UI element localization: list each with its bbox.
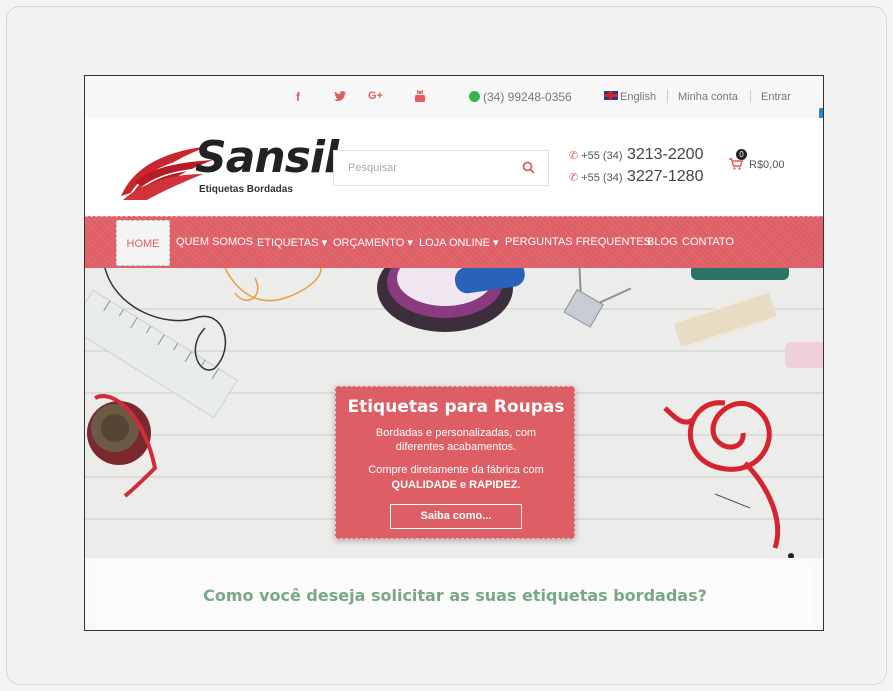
nav-loja-online[interactable]: LOJA ONLINE ▾ <box>419 236 499 249</box>
twitter-icon[interactable] <box>334 90 346 104</box>
site-logo[interactable]: Sansil Etiquetas Bordadas <box>117 130 339 202</box>
logo-subtitle: Etiquetas Bordadas <box>199 184 293 195</box>
uk-flag-icon <box>604 91 618 100</box>
cart-button[interactable]: 0 R$0,00 <box>729 149 785 171</box>
phone-1[interactable]: ✆ +55 (34) 3213-2200 <box>569 146 703 168</box>
logo-wordmark: Sansil <box>195 132 339 183</box>
hero-banner: Etiquetas para Roupas Bordadas e persona… <box>85 268 823 558</box>
hero-card: Etiquetas para Roupas Bordadas e persona… <box>335 386 575 539</box>
hero-title: Etiquetas para Roupas <box>347 397 565 417</box>
login-link[interactable]: Entrar <box>761 91 791 103</box>
top-bar: f G+ (34) 99248-0356 English Minha conta… <box>85 76 823 118</box>
nav-orcamento[interactable]: ORÇAMENTO ▾ <box>333 236 413 249</box>
main-navigation: HOME QUEM SOMOS ETIQUETAS ▾ ORÇAMENTO ▾ … <box>85 216 823 268</box>
cart-icon: 0 <box>729 149 747 170</box>
request-section: Como você deseja solicitar as suas etiqu… <box>85 558 823 630</box>
phone-2[interactable]: ✆ +55 (34) 3227-1280 <box>569 168 703 190</box>
google-plus-icon[interactable]: G+ <box>368 90 383 102</box>
nav-home[interactable]: HOME <box>116 220 170 266</box>
site-header: Sansil Etiquetas Bordadas ✆+55 (34) 3213… <box>85 118 823 216</box>
hero-description: Bordadas e personalizadas, com diferente… <box>375 427 537 453</box>
nav-blog[interactable]: BLOG <box>647 236 678 248</box>
nav-contato[interactable]: CONTATO <box>682 236 734 248</box>
phone-icon: ✆ <box>569 172 579 184</box>
hero-emphasis: QUALIDADE e RAPIDEZ. <box>391 479 521 491</box>
divider <box>750 90 751 103</box>
search-input[interactable] <box>334 151 514 185</box>
nav-perguntas-frequentes[interactable]: PERGUNTAS FREQUENTES <box>505 236 651 248</box>
youtube-icon[interactable] <box>415 90 425 105</box>
divider <box>667 90 668 103</box>
facebook-icon[interactable]: f <box>296 90 300 104</box>
hero-buy-text: Compre diretamente da fábrica com QUALID… <box>368 464 544 491</box>
cart-count-badge: 0 <box>736 149 747 160</box>
account-link[interactable]: Minha conta <box>678 91 738 103</box>
nav-quem-somos[interactable]: QUEM SOMOS <box>176 236 253 248</box>
cart-total: R$0,00 <box>749 159 785 171</box>
section-heading: Como você deseja solicitar as suas etiqu… <box>203 586 707 605</box>
whatsapp-phone[interactable]: (34) 99248-0356 <box>469 90 572 104</box>
website-viewport: f G+ (34) 99248-0356 English Minha conta… <box>84 75 824 631</box>
language-switch[interactable]: English <box>604 91 656 103</box>
contact-phones: ✆ +55 (34) 3213-2200 ✆ +55 (34) 3227-1280 <box>569 146 703 190</box>
search-box <box>333 150 549 186</box>
search-icon[interactable] <box>522 161 536 175</box>
saiba-como-button[interactable]: Saiba como... <box>390 504 522 529</box>
whatsapp-icon <box>469 91 480 102</box>
nav-etiquetas[interactable]: ETIQUETAS ▾ <box>257 236 327 249</box>
phone-icon: ✆ <box>569 150 579 162</box>
